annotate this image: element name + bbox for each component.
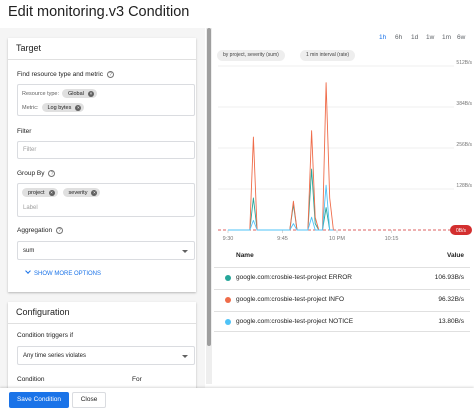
show-more-label: SHOW MORE OPTIONS bbox=[34, 271, 102, 277]
help-icon[interactable]: ? bbox=[56, 227, 64, 234]
group-by-box[interactable]: project × severity × Label bbox=[17, 183, 195, 217]
aggregation-select[interactable]: sum bbox=[17, 241, 195, 260]
x-tick-label: 9:30 bbox=[223, 236, 234, 242]
series-line bbox=[228, 168, 334, 231]
time-range-6h[interactable]: 6h bbox=[395, 34, 402, 41]
resource-label-text: Find resource type and metric bbox=[17, 71, 103, 79]
target-card: Target Find resource type and metric? Re… bbox=[8, 38, 196, 292]
group-by-label: Group By? bbox=[17, 170, 56, 178]
legend-row[interactable]: google.com:crosbie-test-project ERROR 10… bbox=[214, 267, 470, 288]
series-line bbox=[228, 82, 334, 231]
condition-label: Condition bbox=[17, 376, 45, 383]
chevron-down-icon bbox=[25, 268, 31, 274]
metric-chip: Log bytes × bbox=[41, 103, 85, 112]
legend-series-name: google.com:crosbie-test-project ERROR bbox=[236, 274, 352, 281]
group-by-chip-label: project bbox=[28, 189, 45, 196]
remove-chip-icon[interactable]: × bbox=[91, 189, 98, 196]
x-tick-label: 9:45 bbox=[277, 236, 288, 242]
legend-row[interactable]: google.com:crosbie-test-project INFO 96.… bbox=[214, 289, 470, 310]
x-tick-label: 10:15 bbox=[385, 236, 399, 242]
save-condition-button[interactable]: Save Condition bbox=[9, 392, 69, 408]
chevron-down-icon bbox=[182, 355, 188, 358]
show-more-options-link[interactable]: SHOW MORE OPTIONS bbox=[25, 268, 102, 277]
triggers-value: Any time series violates bbox=[23, 353, 87, 359]
remove-chip-icon[interactable]: × bbox=[75, 104, 82, 111]
group-by-chips: project × severity × bbox=[22, 188, 101, 197]
metric-prefix: Metric: bbox=[22, 104, 39, 111]
target-header: Target bbox=[8, 38, 196, 60]
group-by-placeholder: Label bbox=[23, 205, 38, 211]
for-label: For bbox=[132, 376, 142, 383]
remove-chip-icon[interactable]: × bbox=[87, 90, 94, 97]
log-bytes-chart: 512B/s 384B/s 256B/s 128B/s 9:30 9:45 10 PM 10:… bbox=[218, 60, 472, 242]
time-range-1h[interactable]: 1h bbox=[379, 34, 386, 41]
legend-series-value: 96.32B/s bbox=[438, 296, 464, 303]
x-tick-label: 10 PM bbox=[329, 236, 345, 242]
legend-series-name: google.com:crosbie-test-project INFO bbox=[236, 296, 345, 303]
filter-label: Filter bbox=[17, 128, 32, 135]
remove-chip-icon[interactable]: × bbox=[48, 189, 55, 196]
threshold-label: 0B/s bbox=[456, 228, 467, 234]
resource-type-chip: Global × bbox=[62, 89, 97, 98]
legend-series-name: google.com:crosbie-test-project NOTICE bbox=[236, 318, 354, 325]
legend-series-value: 13.80B/s bbox=[438, 318, 464, 325]
metric-value: Log bytes bbox=[47, 104, 72, 111]
configuration-header: Configuration bbox=[8, 302, 196, 324]
time-range-6w[interactable]: 6w bbox=[457, 34, 465, 41]
resource-metric-box[interactable]: Resource type: Global × Metric: Log bytes… bbox=[17, 84, 195, 116]
help-icon[interactable]: ? bbox=[106, 71, 114, 78]
aggregation-label-text: Aggregation bbox=[17, 227, 53, 235]
series-color-dot bbox=[225, 275, 231, 281]
time-range-1m[interactable]: 1m bbox=[442, 34, 451, 41]
resource-type-value: Global bbox=[68, 90, 84, 97]
metric-row: Metric: Log bytes × bbox=[22, 103, 85, 112]
filter-placeholder: Filter bbox=[23, 147, 37, 153]
scrollbar-thumb[interactable] bbox=[207, 28, 211, 346]
time-range-1w[interactable]: 1w bbox=[426, 34, 434, 41]
y-tick-label: 384B/s bbox=[456, 101, 472, 107]
aggregation-label: Aggregation? bbox=[17, 227, 64, 235]
legend-value-header: Value bbox=[447, 252, 464, 259]
group-by-chip-label: severity bbox=[68, 189, 88, 196]
y-tick-label: 128B/s bbox=[456, 183, 472, 189]
chevron-down-icon bbox=[182, 250, 188, 253]
y-tick-label: 512B/s bbox=[456, 60, 472, 66]
triggers-label: Condition triggers if bbox=[17, 332, 73, 339]
resource-type-row: Resource type: Global × bbox=[22, 89, 97, 98]
legend-series-value: 106.93B/s bbox=[434, 274, 464, 281]
group-by-chip: project × bbox=[22, 188, 58, 197]
series-line bbox=[228, 184, 334, 231]
filter-input[interactable]: Filter bbox=[17, 141, 195, 159]
group-by-chip: severity × bbox=[62, 188, 101, 197]
aggregation-value: sum bbox=[23, 248, 35, 254]
group-by-label-text: Group By bbox=[17, 170, 45, 178]
time-range-1d[interactable]: 1d bbox=[411, 34, 418, 41]
close-button[interactable]: Close bbox=[72, 392, 106, 408]
series-color-dot bbox=[225, 297, 231, 303]
page-title: Edit monitoring.v3 Condition bbox=[8, 4, 190, 20]
legend-row[interactable]: google.com:crosbie-test-project NOTICE 1… bbox=[214, 311, 470, 332]
y-tick-label: 256B/s bbox=[456, 142, 472, 148]
help-icon[interactable]: ? bbox=[48, 170, 56, 177]
triggers-select[interactable]: Any time series violates bbox=[17, 346, 195, 365]
resource-label: Find resource type and metric? bbox=[17, 71, 114, 78]
series-color-dot bbox=[225, 319, 231, 325]
resource-type-prefix: Resource type: bbox=[22, 90, 59, 97]
legend-name-header: Name bbox=[236, 252, 254, 259]
